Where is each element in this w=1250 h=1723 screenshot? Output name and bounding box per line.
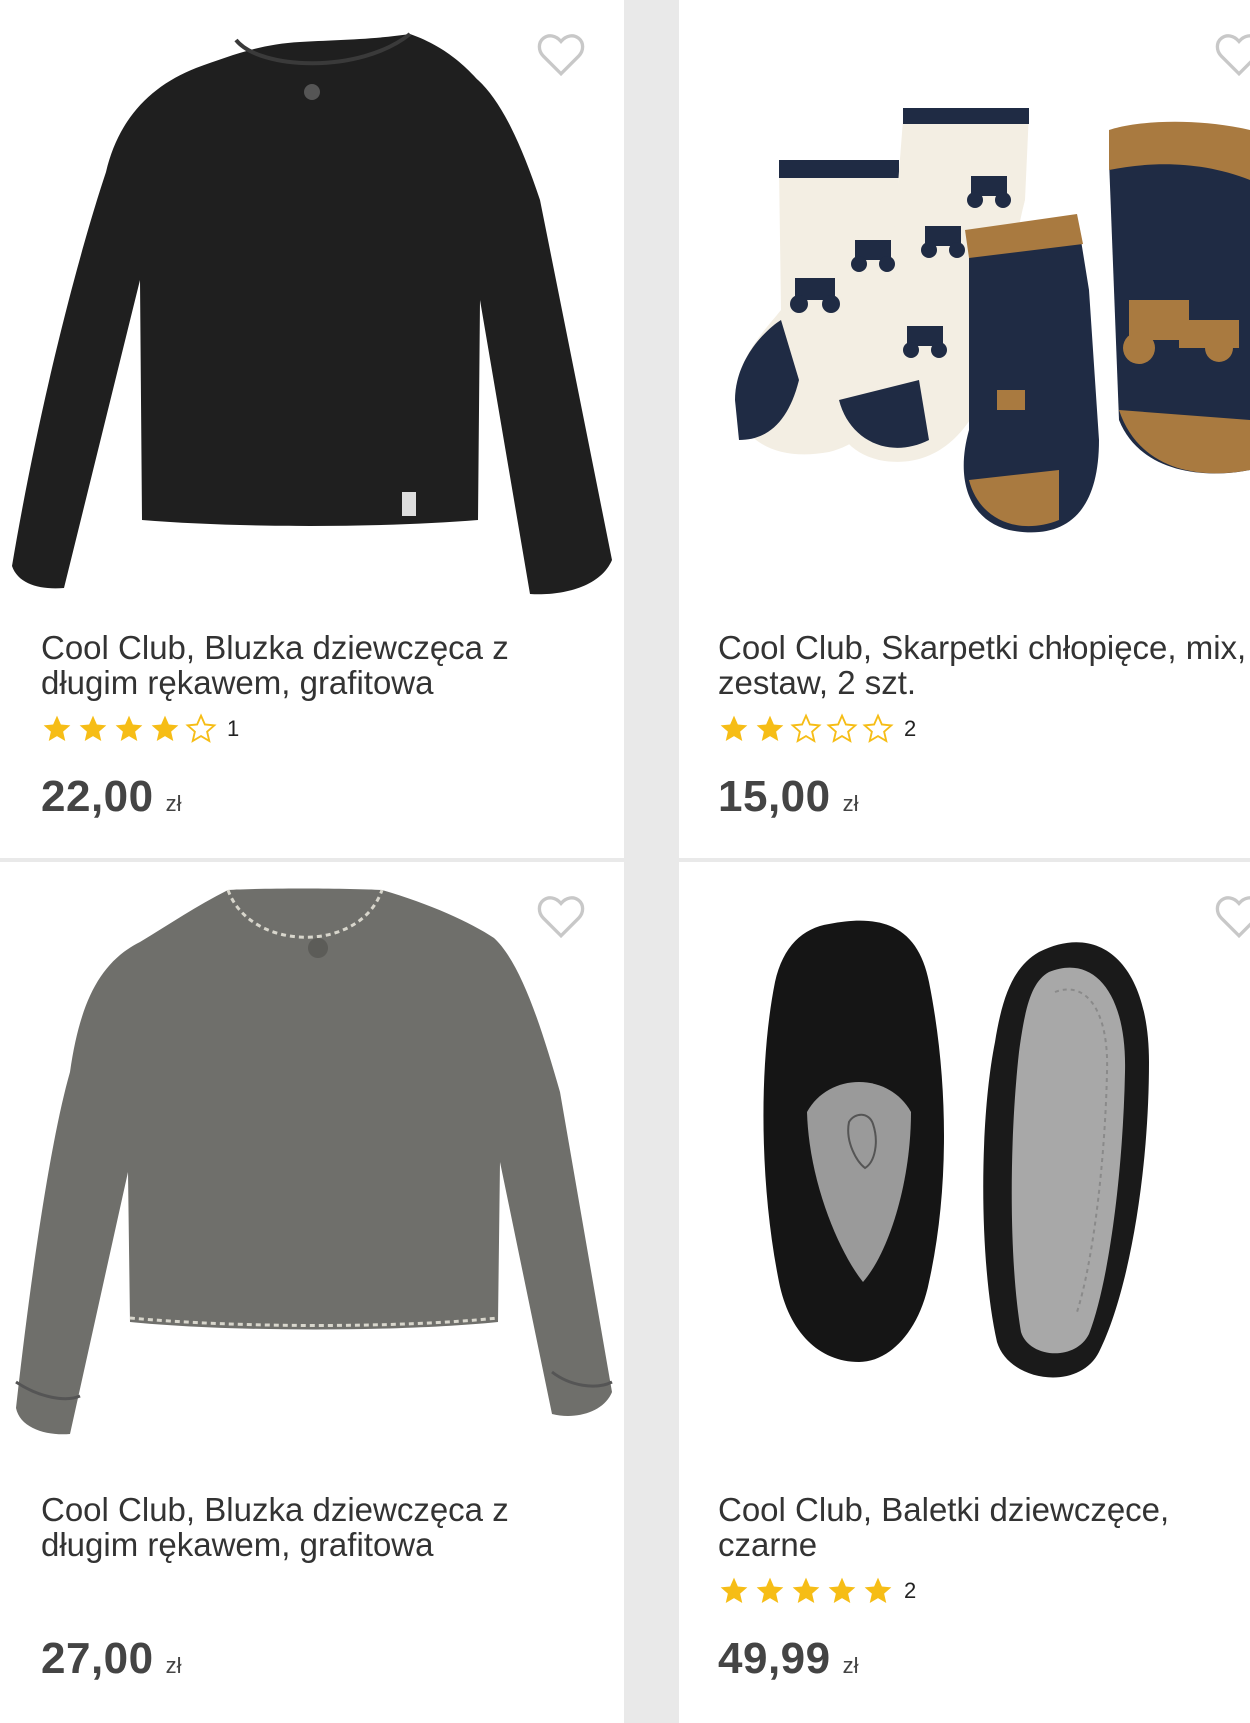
star-filled-icon [756,1577,784,1603]
product-title-line1: Cool Club, Bluzka dziewczęca z [41,629,509,666]
star-outline-icon [185,713,217,743]
price: 15,00 zł [718,772,859,822]
rating: 1 [41,712,239,746]
product-card[interactable]: Cool Club, Baletki dziewczęce, czarne 2 … [679,862,1250,1723]
product-image[interactable] [679,862,1250,1472]
product-card[interactable]: Cool Club, Bluzka dziewczęca z długim rę… [0,0,624,858]
heart-icon[interactable] [536,894,586,940]
price: 27,00 zł [41,1634,182,1684]
price: 49,99 zł [718,1634,859,1684]
product-title-line2: długim rękawem, grafitowa [41,1526,434,1563]
star-filled-icon [792,1577,820,1603]
heart-icon[interactable] [536,32,586,78]
price-value: 27,00 [41,1634,154,1683]
price-value: 15,00 [718,772,831,821]
star-outline-icon [790,713,822,743]
star-filled-icon [720,1577,748,1603]
star-outline-icon [826,713,858,743]
product-card[interactable]: Cool Club, Bluzka dziewczęca z długim rę… [0,862,624,1723]
product-title[interactable]: Cool Club, Bluzka dziewczęca z długim rę… [41,1492,611,1562]
star-filled-icon [79,715,107,741]
product-title[interactable]: Cool Club, Skarpetki chłopięce, mix, zes… [718,630,1250,700]
price-currency: zł [842,791,859,816]
price: 22,00 zł [41,772,182,822]
product-image[interactable] [0,0,624,610]
heart-icon[interactable] [1214,894,1250,940]
price-value: 49,99 [718,1634,831,1683]
product-title-line1: Cool Club, Skarpetki chłopięce, mix, [718,629,1247,666]
star-filled-icon [115,715,143,741]
product-title-line2: długim rękawem, grafitowa [41,664,434,701]
rating: 2 [718,1574,916,1608]
star-filled-icon [720,715,748,741]
product-title-line1: Cool Club, Bluzka dziewczęca z [41,1491,509,1528]
rating: 2 [718,712,916,746]
product-title-line2: czarne [718,1526,818,1563]
product-image[interactable] [0,862,624,1472]
price-currency: zł [842,1653,859,1678]
rating-count: 1 [227,716,240,741]
rating-count: 2 [904,716,917,741]
price-value: 22,00 [41,772,154,821]
star-filled-icon [864,1577,892,1603]
price-currency: zł [165,791,182,816]
star-filled-icon [151,715,179,741]
star-filled-icon [828,1577,856,1603]
price-currency: zł [165,1653,182,1678]
product-title[interactable]: Cool Club, Bluzka dziewczęca z długim rę… [41,630,611,700]
star-filled-icon [43,715,71,741]
product-title[interactable]: Cool Club, Baletki dziewczęce, czarne [718,1492,1250,1562]
rating-count: 2 [904,1578,917,1603]
product-title-line1: Cool Club, Baletki dziewczęce, [718,1491,1170,1528]
product-title-line2: zestaw, 2 szt. [718,664,917,701]
star-filled-icon [756,715,784,741]
star-outline-icon [862,713,894,743]
heart-icon[interactable] [1214,32,1250,78]
product-card[interactable]: Cool Club, Skarpetki chłopięce, mix, zes… [679,0,1250,858]
product-grid: Cool Club, Bluzka dziewczęca z długim rę… [0,0,1250,1723]
product-image[interactable] [679,0,1250,610]
